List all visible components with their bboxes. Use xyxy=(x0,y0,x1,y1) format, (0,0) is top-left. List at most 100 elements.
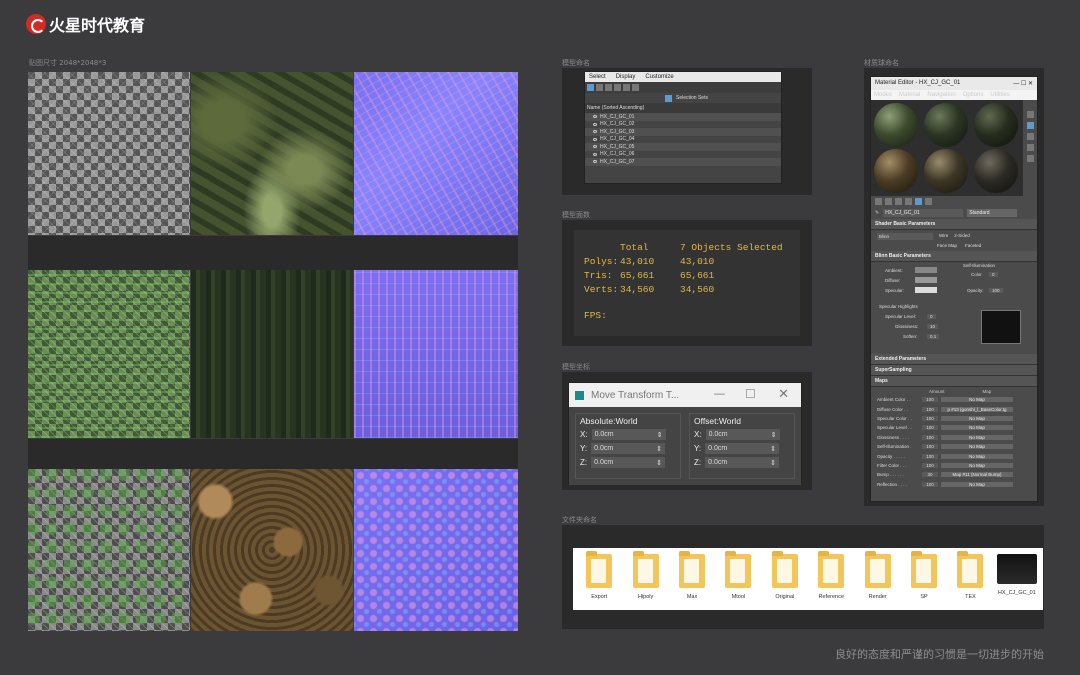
soften-value[interactable]: 0.1 xyxy=(927,334,940,339)
map-slot-button[interactable]: No Map xyxy=(941,415,1013,421)
column-header[interactable]: Name (Sorted Ascending) xyxy=(585,103,781,113)
maps-rollout[interactable]: Maps xyxy=(871,376,1037,387)
extended-rollout[interactable]: Extended Parameters xyxy=(871,354,1037,365)
material-sphere[interactable] xyxy=(974,149,1018,193)
map-slot-button[interactable]: No Map xyxy=(941,481,1013,487)
map-amount[interactable]: 30 xyxy=(922,472,938,478)
folder-item[interactable]: Original xyxy=(763,551,807,600)
folder-item[interactable]: HX_CJ_GC_01 xyxy=(995,554,1039,596)
absolute-y-spinner[interactable]: 0.0cm ⇕ xyxy=(591,443,666,454)
diffuse-swatch[interactable] xyxy=(915,277,937,283)
list-item[interactable]: HX_CJ_GC_05 xyxy=(585,143,781,151)
map-amount[interactable]: 100 xyxy=(922,397,938,403)
eye-icon[interactable] xyxy=(593,122,597,126)
list-item[interactable]: HX_CJ_GC_03 xyxy=(585,128,781,136)
options-icon[interactable] xyxy=(1027,155,1034,162)
folder-item[interactable]: Reference xyxy=(809,551,853,600)
specular-swatch[interactable] xyxy=(915,287,937,293)
opacity-value[interactable]: 100 xyxy=(989,288,1003,293)
list-item[interactable]: HX_CJ_GC_04 xyxy=(585,136,781,144)
menu-display[interactable]: Display xyxy=(616,74,636,80)
folder-item[interactable]: Mtool xyxy=(716,551,760,600)
map-amount[interactable]: 100 xyxy=(922,434,938,440)
material-sphere[interactable] xyxy=(874,149,918,193)
map-slot-button[interactable]: No Map xyxy=(941,453,1013,459)
supersampling-rollout[interactable]: SuperSampling xyxy=(871,365,1037,376)
backlight-icon[interactable] xyxy=(1027,111,1034,118)
window-titlebar[interactable]: Move Transform T... — ✕ xyxy=(569,383,801,407)
map-slot-button[interactable]: p #13 (gonshl_l_BaseColor.tg xyxy=(941,406,1013,412)
selection-set-icon[interactable] xyxy=(665,94,672,102)
filter-icon[interactable] xyxy=(587,84,594,91)
reset-map-icon[interactable] xyxy=(905,198,912,205)
material-sphere[interactable] xyxy=(924,103,968,147)
window-titlebar[interactable]: Material Editor - HX_CJ_GC_01 — ☐ ✕ xyxy=(871,77,1037,90)
ambient-swatch[interactable] xyxy=(915,267,937,273)
folder-item[interactable]: Hipoly xyxy=(623,551,667,600)
face-map-checkbox[interactable]: Face Map xyxy=(937,243,957,248)
list-item[interactable]: HX_CJ_GC_02 xyxy=(585,121,781,129)
minimize-icon[interactable]: — xyxy=(714,388,725,400)
map-slot-button[interactable]: No Map xyxy=(941,397,1013,403)
map-slot-button[interactable]: No Map xyxy=(941,434,1013,440)
wire-checkbox[interactable]: Wire xyxy=(939,233,948,240)
eye-icon[interactable] xyxy=(593,145,597,149)
material-name-field[interactable]: HX_CJ_GC_01 xyxy=(883,209,964,217)
absolute-x-spinner[interactable]: 0.0cm ⇕ xyxy=(591,429,666,440)
material-type-button[interactable]: Standard xyxy=(967,209,1018,217)
offset-y-spinner[interactable]: 0.0cm ⇕ xyxy=(705,443,780,454)
folder-item[interactable]: Render xyxy=(855,551,899,600)
self-illum-value[interactable]: 0 xyxy=(989,272,998,277)
map-slot-button[interactable]: Map #11 (Normal Bump) xyxy=(941,472,1013,478)
map-slot-button[interactable]: No Map xyxy=(941,462,1013,468)
folder-item[interactable]: Max xyxy=(670,551,714,600)
lights-icon[interactable] xyxy=(614,84,621,91)
material-sphere[interactable] xyxy=(924,149,968,193)
assign-material-icon[interactable] xyxy=(895,198,902,205)
spinner-arrows-icon[interactable]: ⇕ xyxy=(770,459,776,467)
background-icon[interactable] xyxy=(1027,122,1034,129)
list-item[interactable]: HX_CJ_GC_01 xyxy=(585,113,781,121)
menu-utilities[interactable]: Utilities xyxy=(990,92,1009,98)
close-icon[interactable]: ✕ xyxy=(778,386,789,402)
folder-item[interactable]: Export xyxy=(577,551,621,600)
map-amount[interactable]: 100 xyxy=(922,425,938,431)
blinn-rollout[interactable]: Blinn Basic Parameters xyxy=(871,251,1037,262)
eye-icon[interactable] xyxy=(593,130,597,134)
uv-tiling-icon[interactable] xyxy=(1027,133,1034,140)
eye-icon[interactable] xyxy=(593,115,597,119)
list-item[interactable]: HX_CJ_GC_06 xyxy=(585,151,781,159)
put-to-scene-icon[interactable] xyxy=(885,198,892,205)
maximize-icon[interactable] xyxy=(746,389,755,398)
get-material-icon[interactable] xyxy=(875,198,882,205)
shader-dropdown[interactable]: Blinn xyxy=(877,233,933,240)
go-to-parent-icon[interactable] xyxy=(925,198,932,205)
folder-item[interactable]: TEX xyxy=(948,551,992,600)
eyedropper-icon[interactable]: ✎ xyxy=(875,210,879,216)
map-amount[interactable]: 100 xyxy=(922,462,938,468)
map-slot-button[interactable]: No Map xyxy=(941,425,1013,431)
spec-level-value[interactable]: 0 xyxy=(927,314,936,319)
absolute-z-spinner[interactable]: 0.0cm ⇕ xyxy=(591,457,666,468)
helpers-icon[interactable] xyxy=(632,84,639,91)
menu-modes[interactable]: Modes xyxy=(874,92,892,98)
offset-x-spinner[interactable]: 0.0cm ⇕ xyxy=(705,429,780,440)
list-item[interactable]: HX_CJ_GC_07 xyxy=(585,158,781,166)
eye-icon[interactable] xyxy=(593,160,597,164)
menu-select[interactable]: Select xyxy=(589,74,606,80)
spinner-arrows-icon[interactable]: ⇕ xyxy=(656,445,662,453)
map-amount[interactable]: 100 xyxy=(922,481,938,487)
material-sphere[interactable] xyxy=(974,103,1018,147)
menu-customize[interactable]: Customize xyxy=(645,74,673,80)
material-sphere[interactable] xyxy=(874,103,918,147)
spinner-arrows-icon[interactable]: ⇕ xyxy=(770,445,776,453)
shapes-icon[interactable] xyxy=(605,84,612,91)
two-sided-checkbox[interactable]: 2-Sided xyxy=(954,233,970,240)
eye-icon[interactable] xyxy=(593,137,597,141)
folder-item[interactable]: SP xyxy=(902,551,946,600)
spinner-arrows-icon[interactable]: ⇕ xyxy=(657,431,663,439)
map-amount[interactable]: 100 xyxy=(922,444,938,450)
map-amount[interactable]: 100 xyxy=(922,406,938,412)
map-amount[interactable]: 100 xyxy=(922,415,938,421)
map-slot-button[interactable]: No Map xyxy=(941,444,1013,450)
